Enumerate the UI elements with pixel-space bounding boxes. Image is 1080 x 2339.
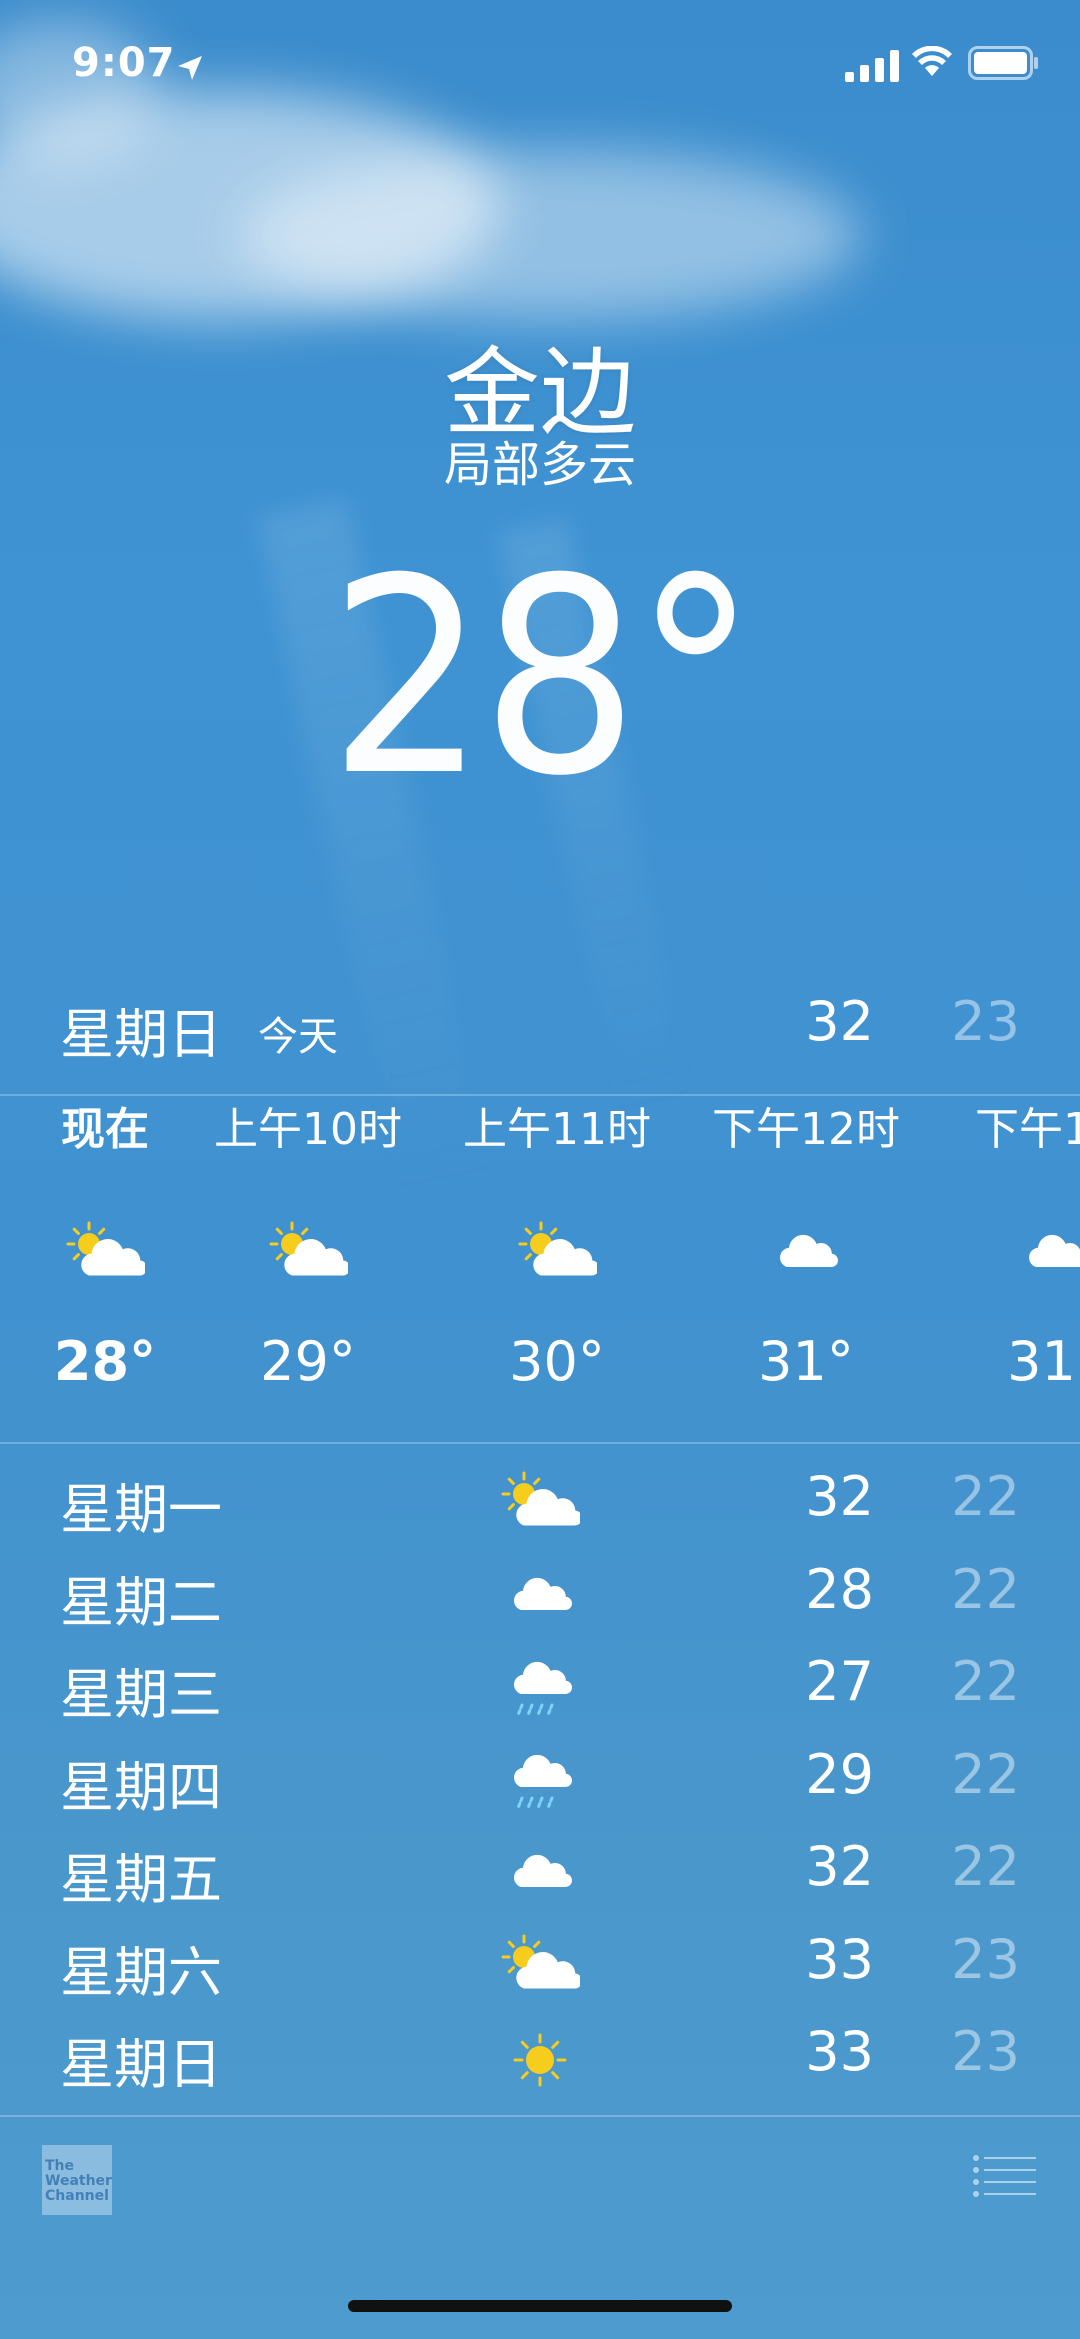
hourly-label: 上午10时 — [214, 1104, 402, 1155]
daily-row: 星期日 33 23 — [0, 2020, 1080, 2113]
hourly-item: 下午12时 31° — [686, 1100, 926, 1393]
daily-row: 星期二 28 22 — [0, 1558, 1080, 1651]
daily-day-name: 星期四 — [60, 1755, 222, 1819]
status-bar: 9:07 — [0, 40, 1080, 100]
today-high: 32 — [805, 990, 874, 1053]
sun-icon — [500, 2020, 580, 2100]
daily-day-name: 星期五 — [60, 1848, 222, 1911]
partly-cloudy-icon — [500, 1928, 580, 2008]
divider — [0, 2115, 1080, 2117]
daily-row: 星期六 33 23 — [0, 1928, 1080, 2021]
daily-low: 22 — [951, 1742, 1020, 1806]
hourly-label: 下午12时 — [712, 1104, 900, 1155]
daily-high: 27 — [805, 1650, 874, 1713]
weather-condition: 局部多云 — [443, 437, 636, 493]
background-cloud — [240, 150, 860, 320]
daily-low: 23 — [951, 1927, 1020, 1991]
daily-high: 28 — [805, 1557, 874, 1621]
weather-channel-logo[interactable]: The Weather Channel — [42, 2145, 112, 2215]
footer-toolbar: The Weather Channel — [0, 2142, 1080, 2222]
today-day-name: 星期日 — [60, 1003, 222, 1066]
daily-row: 星期五 32 22 — [0, 1835, 1080, 1928]
daily-low: 22 — [951, 1465, 1020, 1528]
cloud-icon — [935, 1200, 1080, 1310]
rain-icon — [500, 1650, 580, 1730]
hourly-temp: 31° — [758, 1330, 854, 1393]
location-arrow-icon — [178, 56, 202, 80]
daily-row: 星期三 27 22 — [0, 1650, 1080, 1743]
daily-row: 星期一 32 22 — [0, 1465, 1080, 1558]
wifi-icon — [912, 46, 952, 76]
cloud-icon — [686, 1200, 926, 1310]
today-summary-row: 星期日 今天 32 23 — [0, 990, 1080, 1066]
hourly-temp: 29° — [260, 1330, 356, 1393]
hourly-label: 上午11时 — [463, 1104, 651, 1155]
partly-cloudy-icon — [437, 1200, 677, 1310]
daily-day-name: 星期六 — [60, 1940, 222, 2004]
hourly-item: 上午10时 29° — [188, 1100, 428, 1393]
daily-day-name: 星期二 — [60, 1570, 222, 1634]
weather-screen: 9:07 金边 局部多云 28° 星期日 今天 32 23 现在 28° 上午1… — [0, 0, 1080, 2339]
daily-day-name: 星期日 — [60, 2033, 222, 2096]
battery-icon — [968, 46, 1038, 80]
daily-forecast-list[interactable]: 星期一 32 22 星期二 28 22 星期三 27 22 星期四 29 22 … — [0, 1465, 1080, 2113]
hourly-forecast-strip[interactable]: 现在 28° 上午10时 29° 上午11时 30° 下午12时 31° 下午1… — [0, 1100, 1080, 1440]
cloud-icon — [500, 1558, 580, 1638]
divider — [0, 1094, 1080, 1096]
daily-low: 22 — [951, 1835, 1020, 1898]
daily-high: 32 — [805, 1835, 874, 1898]
daily-day-name: 星期三 — [60, 1663, 222, 1726]
divider — [0, 1442, 1080, 1444]
daily-low: 22 — [951, 1557, 1020, 1621]
hourly-item: 上午11时 30° — [437, 1100, 677, 1393]
hourly-label: 下午1时 — [975, 1104, 1080, 1155]
daily-high: 33 — [805, 2020, 874, 2083]
cloud-icon — [500, 1835, 580, 1915]
partly-cloudy-icon — [500, 1465, 580, 1545]
daily-low: 23 — [951, 2020, 1020, 2083]
hourly-item: 下午1时 31° — [935, 1100, 1080, 1393]
home-indicator[interactable] — [348, 2300, 732, 2312]
daily-day-name: 星期一 — [60, 1478, 222, 1541]
partly-cloudy-icon — [188, 1200, 428, 1310]
current-temperature: 28° — [328, 520, 757, 835]
rain-icon — [500, 1743, 580, 1823]
list-icon[interactable] — [972, 2154, 1036, 2198]
daily-high: 29 — [805, 1742, 874, 1806]
daily-row: 星期四 29 22 — [0, 1743, 1080, 1836]
daily-high: 32 — [805, 1465, 874, 1528]
daily-low: 22 — [951, 1650, 1020, 1713]
daily-high: 33 — [805, 1927, 874, 1991]
today-tag: 今天 — [258, 1014, 338, 1060]
hourly-temp: 31° — [1007, 1330, 1080, 1393]
today-low: 23 — [951, 990, 1020, 1053]
cellular-signal-icon — [845, 50, 899, 82]
status-time: 9:07 — [72, 40, 176, 86]
hourly-temp: 30° — [509, 1330, 605, 1393]
